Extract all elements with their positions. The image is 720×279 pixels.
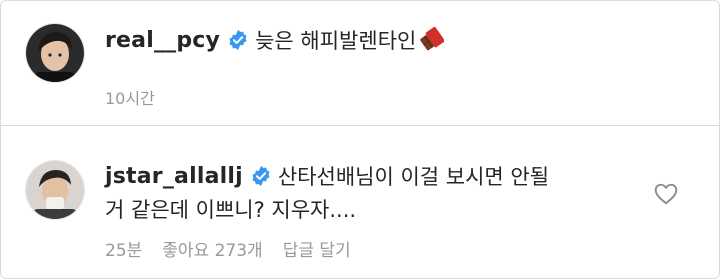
verified-badge-icon [227,29,249,51]
post-header: real__pcy 늦은 해피발렌타인 [105,25,445,55]
post-caption: real__pcy 늦은 해피발렌타인 10시간 [1,1,719,125]
comment-username[interactable]: jstar_allallj [105,164,243,189]
avatar-image [26,161,84,219]
verified-badge-icon [250,165,272,187]
comment-meta: 25분 좋아요 273개 답글 달기 [105,236,351,261]
comment-header: jstar_allallj 산타선배님이 이걸 보시면 안될 [105,161,549,191]
avatar-image [26,24,84,82]
comment-text-line2: 거 같은데 이쁘니? 지우자.... [105,198,357,222]
post-caption-text: 늦은 해피발렌타인 [255,29,417,53]
comment-text-line1: 산타선배님이 이걸 보시면 안될 [277,165,550,189]
comment-likes[interactable]: 좋아요 273개 [162,236,262,261]
reply-button[interactable]: 답글 달기 [283,236,351,261]
comment-item: jstar_allallj 산타선배님이 이걸 보시면 안될 거 같은데 이쁘니… [1,126,719,278]
heart-icon[interactable] [653,181,679,207]
chocolate-bar-icon [418,27,445,53]
avatar[interactable] [25,23,85,83]
post-username[interactable]: real__pcy [105,28,220,53]
avatar[interactable] [25,160,85,220]
instagram-comments-panel: real__pcy 늦은 해피발렌타인 10시간 jstar_allallj 산… [0,0,720,279]
comment-timestamp: 25분 [105,241,143,261]
post-timestamp: 10시간 [105,89,155,108]
